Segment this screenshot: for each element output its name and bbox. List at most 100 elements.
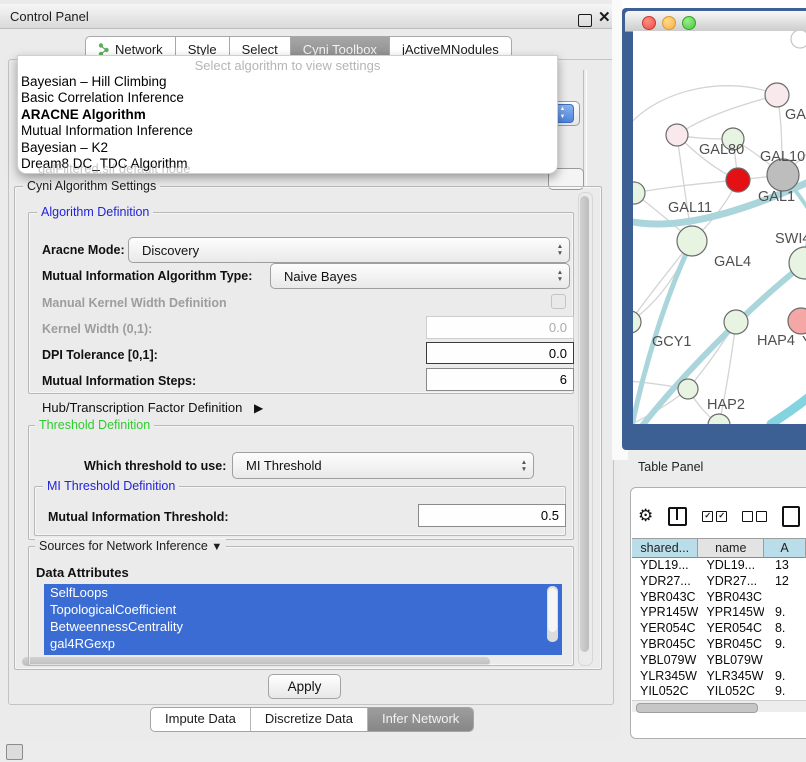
mi-algorithm-type-combo[interactable]: Naive Bayes ▲▼ (270, 263, 570, 289)
deselect-all-checks-icon[interactable] (742, 511, 767, 522)
table-row[interactable]: YER054CYER054C8. (632, 621, 806, 637)
table-cell[interactable]: 9. (764, 605, 806, 621)
gear-icon[interactable]: ⚙ (638, 506, 653, 526)
network-node[interactable] (678, 379, 698, 399)
table-cell[interactable]: YDR27... (632, 574, 698, 590)
network-view-canvas[interactable]: GALGAL80GAL10GAL1GAL11SWI4GAL4GCY1HAP4YH… (633, 31, 806, 424)
which-threshold-combo[interactable]: MI Threshold ▲▼ (232, 452, 534, 479)
network-node[interactable] (677, 226, 707, 256)
bottom-tab-impute-data[interactable]: Impute Data (151, 708, 250, 731)
attribute-item-gal4rgexp[interactable]: gal4RGexp (44, 635, 562, 652)
table-cell[interactable]: 9. (764, 669, 806, 685)
table-row[interactable]: YPR145WYPR145W9. (632, 605, 806, 621)
network-node[interactable] (765, 83, 789, 107)
table-cell[interactable]: YDL19... (632, 558, 698, 574)
mi-threshold-field[interactable]: 0.5 (418, 504, 566, 527)
algorithm-option-mutual-information-inference[interactable]: Mutual Information Inference (21, 123, 193, 139)
node-label-gal10: GAL10 (760, 149, 805, 165)
algorithm-option-basic-correlation-inference[interactable]: Basic Correlation Inference (21, 90, 193, 106)
table-cell[interactable]: 13 (764, 558, 806, 574)
algorithm-dropdown-list: Bayesian – Hill ClimbingBasic Correlatio… (21, 74, 193, 172)
network-edge[interactable] (634, 180, 738, 193)
manual-kernel-width-checkbox[interactable] (551, 294, 566, 309)
minimize-traffic-light-icon[interactable] (662, 16, 676, 30)
table-horizontal-scrollbar-thumb[interactable] (636, 703, 758, 713)
column-header-a[interactable]: A (764, 538, 806, 558)
table-cell[interactable]: YIL052C (698, 684, 764, 700)
column-header-shared[interactable]: shared... (632, 538, 698, 558)
table-row[interactable]: YIL052CYIL052C9. (632, 684, 806, 700)
table-cell[interactable]: 8. (764, 621, 806, 637)
network-node[interactable] (791, 31, 806, 48)
select-all-checks-icon[interactable]: ✓ ✓ (702, 511, 727, 522)
table-cell[interactable]: 12 (764, 574, 806, 590)
mi-steps-field[interactable]: 6 (426, 368, 574, 391)
table-row[interactable]: YBR045CYBR045C9. (632, 637, 806, 653)
table-cell[interactable]: YLR345W (698, 669, 764, 685)
bottom-tab-discretize-data[interactable]: Discretize Data (250, 708, 367, 731)
table-cell[interactable]: YBL079W (632, 653, 698, 669)
node-label-gal4: GAL4 (714, 254, 751, 270)
table-cell[interactable]: 9. (764, 684, 806, 700)
aracne-mode-combo[interactable]: Discovery ▲▼ (128, 237, 570, 263)
kernel-width-field[interactable]: 0.0 (426, 316, 574, 339)
column-layout-icon[interactable] (668, 507, 687, 526)
table-row[interactable]: YLR345WYLR345W9. (632, 669, 806, 685)
table-cell[interactable]: YBR045C (632, 637, 698, 653)
table-row[interactable]: YBL079WYBL079W (632, 653, 806, 669)
table-row[interactable]: YBR043CYBR043C (632, 590, 806, 606)
algorithm-option-bayesian-hill-climbing[interactable]: Bayesian – Hill Climbing (21, 74, 193, 90)
table-cell[interactable]: YPR145W (698, 605, 764, 621)
table-cell[interactable]: YDL19... (698, 558, 764, 574)
table-cell[interactable] (764, 653, 806, 669)
bottom-tab-infer-network[interactable]: Infer Network (367, 708, 473, 731)
sources-title-wrap[interactable]: Sources for Network Inference ▼ (35, 539, 226, 553)
network-window-titlebar[interactable] (625, 11, 806, 32)
control-panel-titlebar[interactable]: Control Panel ✕ (0, 4, 620, 29)
zoom-traffic-light-icon[interactable] (682, 16, 696, 30)
close-panel-icon[interactable]: ✕ (598, 8, 611, 26)
network-node[interactable] (666, 124, 688, 146)
column-header-name[interactable]: name (698, 538, 764, 558)
float-panel-icon[interactable] (578, 14, 592, 27)
dpi-tolerance-field[interactable]: 0.0 (426, 342, 574, 364)
data-attributes-list[interactable]: SelfLoopsTopologicalCoefficientBetweenne… (44, 584, 562, 655)
table-cell[interactable]: 9. (764, 637, 806, 653)
table-cell[interactable]: YLR345W (632, 669, 698, 685)
attribute-item-selfloops[interactable]: SelfLoops (44, 584, 562, 601)
attribute-item-betweennesscentrality[interactable]: BetweennessCentrality (44, 618, 562, 635)
table-cell[interactable]: YER054C (632, 621, 698, 637)
algorithm-option-aracne-algorithm[interactable]: ARACNE Algorithm (21, 107, 193, 123)
network-edge[interactable] (677, 95, 777, 135)
attr-list-scrollbar-thumb[interactable] (548, 588, 557, 632)
table-row[interactable]: YDL19...YDL19...13 (632, 558, 806, 574)
table-cell[interactable]: YBR045C (698, 637, 764, 653)
table-cell[interactable]: YBL079W (698, 653, 764, 669)
network-node[interactable] (724, 310, 748, 334)
table-cell[interactable]: YBR043C (632, 590, 698, 606)
cyni-settings-title: Cyni Algorithm Settings (23, 179, 160, 193)
table-horizontal-scrollbar[interactable] (632, 700, 806, 712)
network-node[interactable] (788, 308, 806, 334)
table-cell[interactable] (764, 590, 806, 606)
hub-tf-expander[interactable]: Hub/Transcription Factor Definition ▶ (42, 400, 263, 415)
window-top-gap (622, 0, 806, 8)
close-traffic-light-icon[interactable] (642, 16, 656, 30)
table-cell[interactable]: YBR043C (698, 590, 764, 606)
attribute-item-topologicalcoefficient[interactable]: TopologicalCoefficient (44, 601, 562, 618)
manual-kernel-width-label: Manual Kernel Width Definition (42, 296, 227, 310)
table-cell[interactable]: YIL052C (632, 684, 698, 700)
network-node[interactable] (726, 168, 750, 192)
table-row[interactable]: YDR27...YDR27...12 (632, 574, 806, 590)
document-icon[interactable] (782, 506, 800, 527)
table-cell[interactable]: YDR27... (698, 574, 764, 590)
settings-vertical-scrollbar-thumb[interactable] (580, 196, 589, 652)
network-edge[interactable] (771, 397, 806, 424)
panel-collapse-icon[interactable] (6, 744, 23, 760)
algorithm-option-bayesian-k2[interactable]: Bayesian – K2 (21, 140, 193, 156)
table-cell[interactable]: YPR145W (632, 605, 698, 621)
table-cell[interactable]: YER054C (698, 621, 764, 637)
network-node[interactable] (708, 414, 730, 424)
attr-list-scrollbar[interactable] (547, 586, 558, 642)
apply-button[interactable]: Apply (268, 674, 341, 699)
